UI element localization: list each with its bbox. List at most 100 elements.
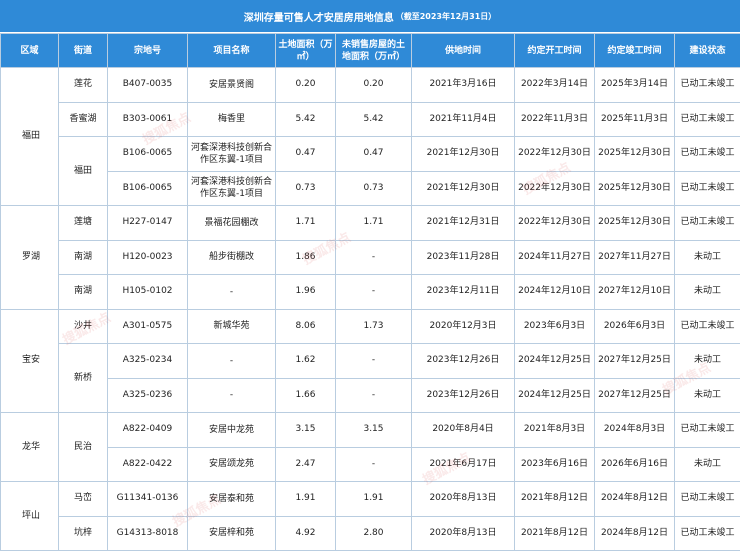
start-date-cell: 2022年12月30日 — [514, 205, 595, 241]
col-header-land-area: 土地面积（万㎡） — [275, 33, 336, 68]
table-row: 南湖 H120-0023 船步街棚改 1.86 - 2023年11月28日 20… — [1, 239, 740, 275]
land-info-sheet: 深圳存量可售人才安居房用地信息 （截至2023年12月31日） 区域 街道 宗地… — [0, 0, 740, 554]
parcel-cell: H227-0147 — [107, 205, 188, 241]
unsold-area-cell: 2.80 — [335, 515, 412, 551]
land-area-cell: 1.96 — [275, 274, 336, 310]
street-cell: 莲花 — [58, 67, 108, 103]
street-cell: 民治 — [58, 412, 108, 482]
status-cell: 未动工 — [674, 377, 740, 413]
land-area-cell: 1.71 — [275, 205, 336, 241]
col-header-parcel: 宗地号 — [107, 33, 188, 68]
region-cell: 龙华 — [0, 412, 59, 482]
supply-date-cell: 2021年3月16日 — [411, 67, 515, 103]
complete-date-cell: 2024年8月12日 — [594, 515, 675, 551]
land-area-cell: 0.20 — [275, 67, 336, 103]
parcel-cell: A301-0575 — [107, 308, 188, 344]
start-date-cell: 2022年12月30日 — [514, 136, 595, 172]
supply-date-cell: 2020年8月13日 — [411, 515, 515, 551]
header-row: 区域 街道 宗地号 项目名称 土地面积（万㎡） 未销售房屋的土地面积（万㎡） 供… — [0, 33, 740, 68]
land-area-cell: 0.47 — [275, 136, 336, 172]
start-date-cell: 2024年12月25日 — [514, 377, 595, 413]
parcel-cell: H120-0023 — [107, 239, 188, 275]
start-date-cell: 2022年3月14日 — [514, 67, 595, 103]
land-area-cell: 8.06 — [275, 308, 336, 344]
col-header-start-date: 约定开工时间 — [514, 33, 595, 68]
region-cell: 宝安 — [0, 308, 59, 413]
table-row: 南湖 H105-0102 - 1.96 - 2023年12月11日 2024年1… — [1, 274, 740, 310]
status-cell: 未动工 — [674, 239, 740, 275]
parcel-cell: B407-0035 — [107, 67, 188, 103]
status-cell: 已动工未竣工 — [674, 67, 740, 103]
project-cell: 梅香里 — [187, 101, 276, 137]
status-cell: 未动工 — [674, 446, 740, 482]
street-cell: 沙井 — [58, 308, 108, 344]
complete-date-cell: 2027年12月10日 — [594, 274, 675, 310]
table-row: 龙华 民治 A822-0409 安居中龙苑 3.15 3.15 2020年8月4… — [0, 412, 740, 482]
complete-date-cell: 2024年8月3日 — [594, 412, 675, 448]
parcel-cell: H105-0102 — [107, 274, 188, 310]
supply-date-cell: 2023年12月11日 — [411, 274, 515, 310]
supply-date-cell: 2020年12月3日 — [411, 308, 515, 344]
title-note: （截至2023年12月31日） — [395, 11, 497, 21]
complete-date-cell: 2025年12月30日 — [594, 170, 675, 206]
parcel-cell: A822-0409 — [107, 412, 188, 448]
supply-date-cell: 2021年11月4日 — [411, 101, 515, 137]
complete-date-cell: 2025年12月30日 — [594, 205, 675, 241]
table-row: B106-0065 河套深港科技创新合作区东翼-1项目 0.73 0.73 20… — [1, 170, 740, 206]
complete-date-cell: 2027年11月27日 — [594, 239, 675, 275]
unsold-area-cell: 0.73 — [335, 170, 412, 206]
status-cell: 已动工未竣工 — [674, 515, 740, 551]
project-cell: - — [187, 377, 276, 413]
region-cell: 坪山 — [0, 481, 59, 551]
table-row: A325-0236 - 1.66 - 2023年12月26日 2024年12月2… — [1, 377, 740, 413]
start-date-cell: 2021年8月12日 — [514, 515, 595, 551]
land-area-cell: 2.47 — [275, 446, 336, 482]
complete-date-cell: 2026年6月3日 — [594, 308, 675, 344]
street-cell: 莲塘 — [58, 205, 108, 241]
project-cell: 景福花园棚改 — [187, 205, 276, 241]
col-header-complete-date: 约定竣工时间 — [594, 33, 675, 68]
start-date-cell: 2024年11月27日 — [514, 239, 595, 275]
street-cell: 福田 — [58, 136, 108, 206]
table-row: 宝安 沙井 A301-0575 新城华苑 8.06 1.73 2020年12月3… — [0, 308, 740, 413]
project-cell: 河套深港科技创新合作区东翼-1项目 — [187, 136, 276, 172]
supply-date-cell: 2020年8月4日 — [411, 412, 515, 448]
start-date-cell: 2021年8月3日 — [514, 412, 595, 448]
complete-date-cell: 2025年11月3日 — [594, 101, 675, 137]
street-cell: 南湖 — [58, 239, 108, 275]
project-cell: - — [187, 274, 276, 310]
complete-date-cell: 2025年12月30日 — [594, 136, 675, 172]
table-row: 坑梓 G14313-8018 安居梓和苑 4.92 2.80 2020年8月13… — [1, 515, 740, 551]
street-cell: 坑梓 — [58, 515, 108, 551]
unsold-area-cell: - — [335, 239, 412, 275]
status-cell: 已动工未竣工 — [674, 308, 740, 344]
parcel-cell: B106-0065 — [107, 170, 188, 206]
parcel-cell: B303-0061 — [107, 101, 188, 137]
table-row: 福田 莲花 B407-0035 安居景贤阁 0.20 0.20 2021年3月1… — [0, 67, 740, 206]
table-title: 深圳存量可售人才安居房用地信息 （截至2023年12月31日） — [0, 0, 740, 33]
unsold-area-cell: 1.91 — [335, 481, 412, 517]
start-date-cell: 2024年12月10日 — [514, 274, 595, 310]
start-date-cell: 2022年12月30日 — [514, 170, 595, 206]
supply-date-cell: 2021年12月30日 — [411, 136, 515, 172]
project-cell: 安居泰和苑 — [187, 481, 276, 517]
land-area-cell: 1.66 — [275, 377, 336, 413]
table-row: 罗湖 莲塘 H227-0147 景福花园棚改 1.71 1.71 2021年12… — [0, 205, 740, 310]
table-row: 福田 B106-0065 河套深港科技创新合作区东翼-1项目 0.47 0.47… — [1, 136, 740, 206]
street-cell: 南湖 — [58, 274, 108, 310]
col-header-street: 街道 — [58, 33, 108, 68]
status-cell: 已动工未竣工 — [674, 481, 740, 517]
supply-date-cell: 2023年12月26日 — [411, 343, 515, 379]
col-header-unsold-area: 未销售房屋的土地面积（万㎡） — [335, 33, 412, 68]
status-cell: 已动工未竣工 — [674, 205, 740, 241]
table-row: 坪山 马峦 G11341-0136 安居泰和苑 1.91 1.91 2020年8… — [0, 481, 740, 551]
complete-date-cell: 2026年6月16日 — [594, 446, 675, 482]
supply-date-cell: 2021年6月17日 — [411, 446, 515, 482]
table-row: 新桥 A325-0234 - 1.62 - 2023年12月26日 2024年1… — [1, 343, 740, 413]
unsold-area-cell: - — [335, 274, 412, 310]
complete-date-cell: 2024年8月12日 — [594, 481, 675, 517]
land-area-cell: 0.73 — [275, 170, 336, 206]
land-area-cell: 4.92 — [275, 515, 336, 551]
start-date-cell: 2023年6月3日 — [514, 308, 595, 344]
project-cell: 安居颂龙苑 — [187, 446, 276, 482]
